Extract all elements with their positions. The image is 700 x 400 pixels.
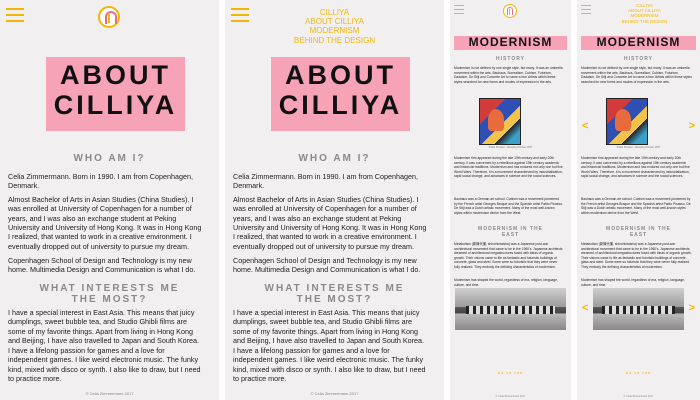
artwork-caption: Pablo Picasso - Weeping Woman 1937 (616, 146, 661, 149)
interests-para-2: I have a lifelong passion for games and … (233, 346, 426, 384)
east-para-1: Metabolism (新陳代謝, shinchintaisha) was a … (454, 242, 563, 270)
metabolism-building-image (455, 288, 566, 330)
who-para-3: Copenhagen School of Design and Technolo… (233, 256, 421, 275)
cilliya-logo-icon[interactable] (503, 4, 517, 18)
metabolism-building-image (593, 288, 684, 330)
interests-heading: WHAT INTERESTS ME THE MOST? (10, 283, 209, 305)
cilliya-logo-icon[interactable] (98, 6, 120, 28)
nav-item-cilliya[interactable]: CILLIYA (239, 8, 430, 17)
hamburger-menu-icon[interactable] (454, 5, 464, 17)
page-title: MODERNISM (454, 35, 567, 50)
history-para-1: Modernism first appeared during the late… (454, 156, 563, 179)
interests-heading-line-2: THE MOST? (296, 294, 373, 305)
artwork-image (606, 98, 648, 145)
history-heading: HISTORY (496, 56, 525, 62)
interests-para-1: I have a special interest in East Asia. … (233, 308, 424, 346)
who-heading: WHO AM I? (73, 153, 146, 164)
interests-para-2: I have a lifelong passion for games and … (8, 346, 201, 384)
footer-copyright: © Celia Zimmermann 2017 (310, 391, 359, 396)
carousel-prev-arrow-icon[interactable]: < (582, 302, 588, 314)
nav-item-behind-design[interactable]: BEHIND THE DESIGN (239, 36, 430, 45)
east-heading-line-2: EAST (629, 232, 648, 238)
history-heading: HISTORY (624, 56, 653, 62)
nav-item-behind-design[interactable]: BEHIND THE DESIGN (595, 19, 694, 24)
interests-para-1: I have a special interest in East Asia. … (8, 308, 199, 346)
history-para-1: Modernism first appeared during the late… (581, 156, 690, 179)
page-title: ABOUT CILLIYA (46, 57, 185, 131)
east-heading-line-2: EAST (501, 232, 520, 238)
who-para-3: Copenhagen School of Design and Technolo… (8, 256, 196, 275)
artwork-caption: Pablo Picasso - Weeping Woman 1937 (488, 146, 533, 149)
nav-menu: CILLIYA ABOUT CILLIYA MODERNISM BEHIND T… (239, 8, 430, 45)
title-line-1: ABOUT (60, 60, 171, 90)
artwork-image (479, 98, 521, 145)
about-page-menu-open-panel: CILLIYA ABOUT CILLIYA MODERNISM BEHIND T… (225, 0, 444, 400)
east-para-2: Modernism has shaped the world, regardle… (581, 278, 685, 287)
title-line-1: ABOUT (285, 60, 396, 90)
east-heading: MODERNISM IN THE EAST (454, 226, 567, 238)
east-heading: MODERNISM IN THE EAST (581, 226, 696, 238)
intro-para: Modernism is not defined by one single s… (581, 66, 692, 84)
who-para-2: Almost Bachelor of Arts in Asian Studies… (8, 195, 202, 251)
east-para-1: Metabolism (新陳代謝, shinchintaisha) was a … (581, 242, 692, 270)
page-title: ABOUT CILLIYA (271, 57, 410, 131)
footer-copyright: © Celia Zimmermann 2017 (495, 395, 526, 398)
footer-copyright: © Celia Zimmermann 2017 (85, 391, 134, 396)
hamburger-menu-icon[interactable] (6, 8, 24, 26)
interests-heading-line-2: THE MOST? (71, 294, 148, 305)
footer-copyright: © Celia Zimmermann 2017 (623, 395, 654, 398)
intro-para: Modernism is not defined by one single s… (454, 66, 563, 84)
carousel-next-arrow-icon[interactable]: > (689, 302, 695, 314)
carousel-prev-arrow-icon[interactable]: < (582, 120, 588, 132)
carousel-next-arrow-icon[interactable]: > (689, 120, 695, 132)
nav-item-about[interactable]: ABOUT CILLIYA (239, 17, 430, 26)
interests-heading-line-1: WHAT INTERESTS ME (39, 283, 180, 294)
east-para-2: Modernism has shaped the world, regardle… (454, 278, 558, 287)
who-para-1: Celia Zimmermann. Born in 1990. I am fro… (233, 172, 418, 191)
page-title: MODERNISM (581, 35, 696, 50)
interests-heading-line-1: WHAT INTERESTS ME (264, 283, 405, 294)
history-para-2: Bauhaus was a German art school. Cubism … (454, 197, 563, 215)
title-line-2: CILLIYA (278, 89, 403, 120)
interests-heading: WHAT INTERESTS ME THE MOST? (235, 283, 434, 305)
who-heading: WHO AM I? (298, 153, 371, 164)
nav-menu: CILLIYA ABOUT CILLIYA MODERNISM BEHIND T… (595, 3, 694, 24)
history-para-2: Bauhaus was a German art school. Cubism … (581, 197, 691, 215)
about-page-panel: ABOUT CILLIYA WHO AM I? Celia Zimmermann… (0, 0, 219, 400)
who-para-2: Almost Bachelor of Arts in Asian Studies… (233, 195, 427, 251)
modernism-page-panel: MODERNISM HISTORY Modernism is not defin… (450, 0, 571, 400)
go-to-top-link[interactable]: GO TO TOP (577, 371, 700, 375)
hamburger-menu-icon[interactable] (581, 5, 591, 17)
title-line-2: CILLIYA (53, 89, 178, 120)
go-to-top-link[interactable]: GO TO TOP (450, 371, 571, 375)
who-para-1: Celia Zimmermann. Born in 1990. I am fro… (8, 172, 193, 191)
modernism-page-carousel-panel: CILLIYA ABOUT CILLIYA MODERNISM BEHIND T… (577, 0, 700, 400)
nav-item-modernism[interactable]: MODERNISM (239, 26, 430, 35)
